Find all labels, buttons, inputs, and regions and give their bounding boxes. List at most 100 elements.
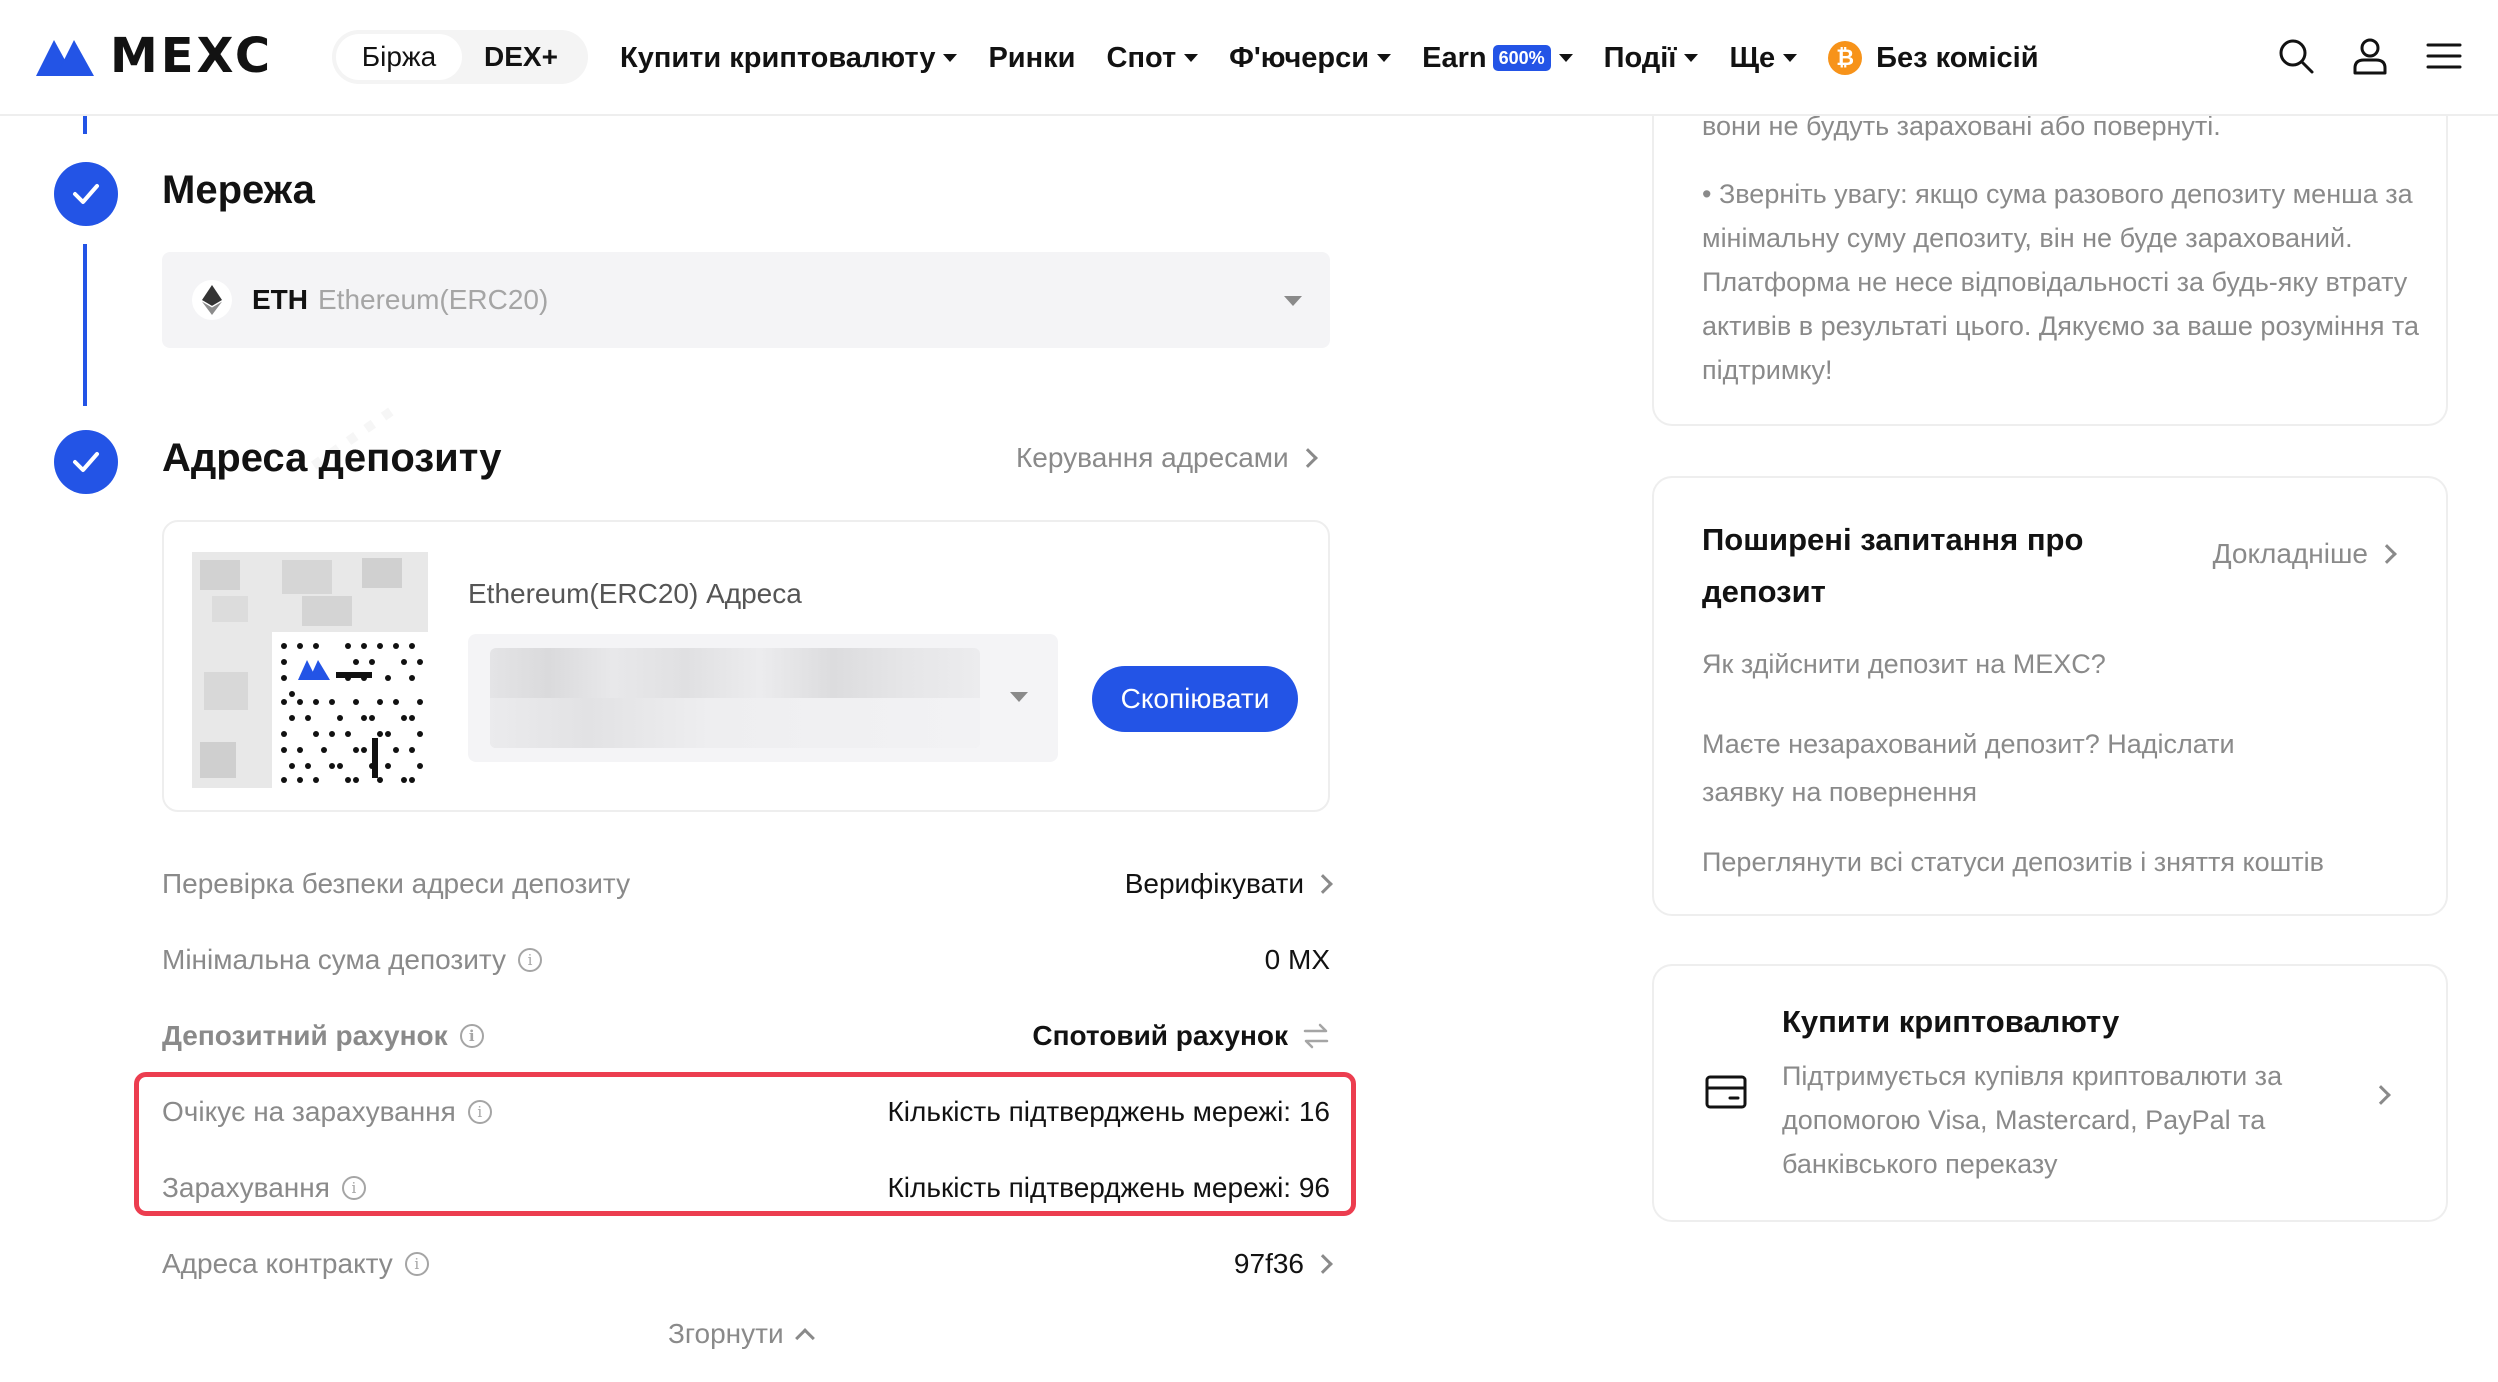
manage-addresses-link[interactable]: Керування адресами [1016, 442, 1318, 474]
info-label-wrap: Адреса контракту i [162, 1248, 429, 1280]
buy-crypto-card[interactable]: Купити криптовалюту Підтримується купівл… [1652, 964, 2448, 1222]
chevron-right-icon [2377, 544, 2397, 564]
nav-markets-label: Ринки [988, 41, 1076, 74]
credit-card-icon [1705, 1075, 1747, 1109]
info-value: Кількість підтверджень мережі: 96 [887, 1172, 1330, 1203]
chevron-down-icon [1010, 692, 1028, 702]
info-row-contract-address: Адреса контракту i 97f36 [162, 1242, 1333, 1286]
nav-spot-label: Спот [1106, 41, 1177, 74]
info-row-credited: Зарахування i Кількість підтверджень мере… [162, 1166, 1330, 1210]
chevron-down-icon [1377, 54, 1392, 62]
info-icon[interactable]: i [341, 1176, 366, 1200]
bitcoin-icon: ₿ [1828, 41, 1863, 75]
nav-earn[interactable]: Earn 600% [1422, 42, 1573, 75]
nav-events-label: Події [1603, 41, 1677, 74]
info-row-address-security: Перевірка безпеки адреси депозиту Верифі… [162, 862, 1333, 906]
nav-zero-fee[interactable]: ₿ Без комісій [1828, 41, 2039, 75]
buy-crypto-desc: Підтримується купівля криптовалюти за до… [1782, 1061, 2283, 1179]
network-title: Мережа [162, 168, 315, 212]
chevron-up-icon [794, 1328, 815, 1348]
nav-buy-crypto-label: Купити криптовалюту [620, 41, 936, 74]
manage-addresses-label: Керування адресами [1016, 442, 1289, 473]
nav-futures[interactable]: Ф'ючерси [1229, 41, 1392, 75]
info-icon[interactable]: i [404, 1252, 429, 1276]
address-value-blurred [490, 648, 980, 748]
ethereum-icon [192, 280, 232, 320]
search-icon[interactable] [2276, 36, 2316, 76]
segment-exchange[interactable]: Біржа [336, 34, 462, 80]
mexc-logo-icon [36, 40, 94, 76]
user-icon[interactable] [2350, 36, 2390, 76]
step-check-icon [54, 430, 118, 494]
info-label-wrap: Очікує на зарахування i [162, 1096, 492, 1128]
address-select[interactable] [468, 634, 1058, 762]
info-label: Адреса контракту [162, 1248, 393, 1279]
info-label-wrap: Мінімальна сума депозиту i [162, 944, 543, 976]
chevron-right-icon [1313, 874, 1333, 894]
segment-dex[interactable]: DEX+ [462, 34, 580, 80]
info-row-min-deposit: Мінімальна сума депозиту i 0 MX [162, 938, 1330, 982]
address-card: Ethereum(ERC20) Адреса Скопіювати [162, 520, 1330, 812]
nav-markets[interactable]: Ринки [988, 42, 1075, 75]
network-name: Ethereum(ERC20) [318, 284, 549, 315]
info-label-wrap: Зарахування i [162, 1172, 366, 1204]
faq-more-link[interactable]: Докладніше [2213, 538, 2397, 570]
info-value: 97f36 [1233, 1248, 1304, 1279]
faq-card: Поширені запитання про депозит Докладніш… [1652, 476, 2448, 916]
chevron-down-icon [943, 54, 958, 62]
info-label: Депозитний рахунок [162, 1020, 448, 1051]
chevron-down-icon [1184, 54, 1199, 62]
mexc-logo[interactable]: MEXC [34, 32, 273, 80]
nav-events[interactable]: Події [1604, 42, 1699, 75]
chevron-right-icon [1297, 448, 1318, 468]
timeline-line [83, 244, 87, 406]
info-row-pending-credit: Очікує на зарахування i Кількість підтвер… [162, 1090, 1330, 1134]
menu-icon[interactable] [2424, 36, 2464, 76]
info-row-deposit-account: Депозитний рахунок i Спотовий рахунок [162, 1014, 1330, 1058]
collapse-button[interactable]: Згорнути [668, 1318, 815, 1350]
network-select[interactable]: ETH Ethereum(ERC20) [162, 252, 1330, 348]
chevron-down-icon [1284, 296, 1302, 306]
info-icon[interactable]: i [518, 948, 543, 972]
info-value: Кількість підтверджень мережі: 16 [887, 1096, 1330, 1127]
info-label: Очікує на зарахування [162, 1096, 456, 1127]
collapse-label: Згорнути [668, 1318, 784, 1349]
info-label-wrap: Депозитний рахунок i [162, 1020, 484, 1052]
header-actions [2242, 36, 2464, 76]
nav-buy-crypto[interactable]: Купити криптовалюту [620, 41, 958, 75]
account-switch[interactable]: Спотовий рахунок [1032, 1020, 1330, 1052]
chevron-right-icon [2362, 1085, 2391, 1107]
main-nav: Купити криптовалюту Ринки Спот Ф'ючерси … [620, 0, 2070, 116]
earn-badge: 600% [1492, 45, 1551, 71]
nav-earn-label: Earn [1422, 41, 1487, 74]
nav-more[interactable]: Ще [1729, 41, 1798, 75]
info-label: Перевірка безпеки адреси депозиту [162, 868, 631, 899]
contract-address-link[interactable]: 97f36 [1233, 1248, 1333, 1280]
top-header: MEXC Біржа DEX+ Купити криптовалюту Ринк… [0, 0, 2498, 116]
nav-more-label: Ще [1729, 41, 1776, 74]
buy-crypto-title: Купити криптовалюту [1782, 1004, 2120, 1039]
faq-item[interactable]: Маєте незарахований депозит? Надіслати з… [1702, 720, 2262, 816]
faq-item[interactable]: Переглянути всі статуси депозитів і знят… [1702, 838, 2422, 886]
info-value: Спотовий рахунок [1032, 1020, 1288, 1051]
faq-item[interactable]: Як здійснити депозит на MEXC? [1702, 640, 2422, 688]
nav-spot[interactable]: Спот [1107, 42, 1199, 75]
faq-title: Поширені запитання про депозит [1702, 522, 2084, 609]
address-label: Ethereum(ERC20) Адреса [468, 578, 802, 609]
info-icon[interactable]: i [467, 1100, 492, 1124]
chevron-down-icon [1684, 54, 1699, 62]
qr-code-icon[interactable] [192, 552, 428, 788]
info-label: Мінімальна сума депозиту [162, 944, 507, 975]
verify-link[interactable]: Верифікувати [1125, 868, 1333, 900]
step-check-icon [54, 162, 118, 226]
chevron-right-icon [1313, 1254, 1333, 1274]
exchange-segment: Біржа DEX+ [332, 30, 588, 84]
swap-icon [1303, 1023, 1329, 1049]
timeline-line [83, 116, 87, 134]
brand-name: MEXC [110, 28, 274, 84]
chevron-down-icon [1558, 54, 1573, 62]
copy-address-button[interactable]: Скопіювати [1092, 666, 1298, 732]
nav-futures-label: Ф'ючерси [1229, 41, 1370, 74]
info-icon[interactable]: i [459, 1024, 484, 1048]
network-code: ETH [252, 284, 308, 315]
